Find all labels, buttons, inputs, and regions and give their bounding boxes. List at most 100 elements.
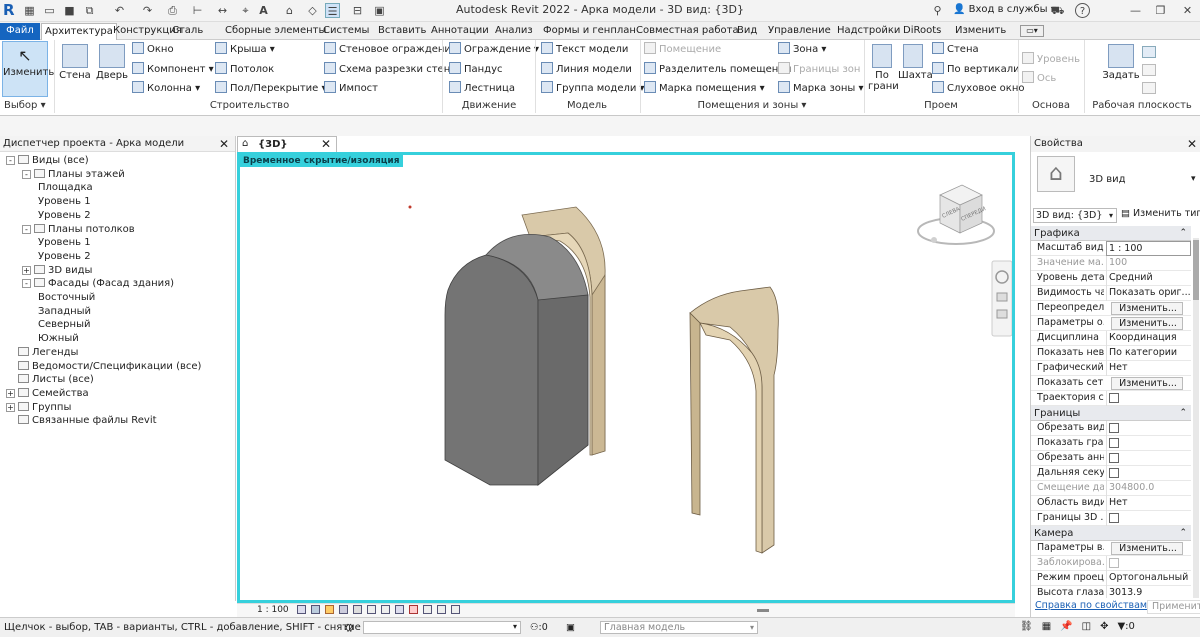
tab-modify[interactable]: Изменить [952,23,1009,40]
area-button[interactable]: Зона ▾ [778,42,826,58]
room-button[interactable]: Помещение [644,42,721,58]
property-checkbox[interactable] [1109,453,1119,463]
ramp-button[interactable]: Пандус [449,62,503,78]
set-workplane-button[interactable]: Задать [1102,42,1140,81]
navigation-bar[interactable] [991,260,1012,337]
browser-node[interactable]: Легенды [6,346,78,359]
vertical-opening-button[interactable]: По вертикали [932,62,1020,78]
filter-icon[interactable]: ▼:0 [1117,621,1134,632]
shaft-button[interactable]: Шахта [898,42,933,81]
dormer-button[interactable]: Слуховое окно [932,81,1025,97]
crop-view-icon[interactable] [367,605,376,614]
level-button[interactable]: Уровень [1022,52,1080,68]
properties-section-header[interactable]: Графика ⌃ [1031,226,1191,241]
browser-node[interactable]: Листы (все) [6,373,94,386]
floor-button[interactable]: Пол/Перекрытие ▾ [215,81,327,97]
collapse-icon[interactable]: - [22,169,31,179]
door-button[interactable]: Дверь [95,42,129,81]
property-value[interactable]: Показать ориг... [1106,286,1191,301]
browser-node[interactable]: - Фасады (Фасад здания) [22,277,174,290]
show-workplane-icon[interactable] [1142,46,1156,58]
expand-icon[interactable]: + [22,265,31,275]
room-separator-button[interactable]: Разделитель помещений [644,62,791,78]
help-icon[interactable]: ? [1075,3,1090,18]
edit-button[interactable]: Изменить... [1111,542,1183,555]
visual-style-icon[interactable] [311,605,320,614]
tab-manage[interactable]: Управление [765,23,834,40]
viewcube[interactable]: СЛЕВА СПЕРЕДИ [917,184,995,245]
stair-button[interactable]: Лестница [449,81,515,97]
tab-architecture[interactable]: Архитектура [41,23,117,40]
collapse-icon[interactable]: - [6,156,15,165]
collapse-icon[interactable]: - [22,224,31,234]
sun-path-icon[interactable] [325,605,334,614]
model-canvas[interactable]: СЛЕВА СПЕРЕДИ [240,155,1012,600]
binoculars-icon[interactable]: ⚲ [930,3,945,18]
edit-button[interactable]: Изменить... [1111,317,1183,330]
browser-node[interactable]: Восточный [38,291,95,304]
tab-analyze[interactable]: Анализ [492,23,536,40]
tab-steel[interactable]: Сталь [169,23,206,40]
cart-icon[interactable]: ⛟ [1050,3,1065,18]
area-tag-button[interactable]: Марка зоны ▾ [778,81,864,97]
properties-scrollbar[interactable] [1193,238,1199,598]
home-view-icon[interactable] [931,237,937,243]
tab-file[interactable]: Файл [0,23,40,40]
modify-button[interactable]: ↖ Изменить [2,41,54,97]
browser-node[interactable]: +3D виды [22,264,92,277]
select-links-icon[interactable]: ⛓ [1020,621,1033,632]
property-value[interactable]: 3013.9 [1106,586,1191,598]
instance-selector[interactable]: 3D вид: {3D} ▾ [1033,208,1117,223]
mullion-button[interactable]: Импост [324,81,378,97]
browser-node[interactable]: Уровень 1 [38,236,91,249]
temporary-hide-icon[interactable] [409,605,418,614]
tab-systems[interactable]: Системы [320,23,372,40]
collapse-section-icon[interactable]: ⌃ [1179,226,1187,241]
reveal-hidden-icon[interactable] [423,605,432,614]
expand-icon[interactable]: + [6,402,15,412]
property-value[interactable]: Нет [1106,361,1191,376]
design-options-icon[interactable]: ▣ [566,622,575,633]
properties-section-header[interactable]: Границы ⌃ [1031,406,1191,421]
grid-button[interactable]: Ось [1022,71,1056,87]
browser-node[interactable]: Площадка [38,181,93,194]
browser-node[interactable]: + Группы [6,401,71,414]
browser-node[interactable]: - Планы потолков [22,223,135,236]
ribbon-toggle-icon[interactable]: ▭▾ [1020,25,1044,37]
room-panel-title[interactable]: Помещения и зоны ▾ [642,100,862,111]
scroll-handle[interactable] [757,609,769,612]
browser-node[interactable]: Северный [38,318,90,331]
room-tag-button[interactable]: Марка помещения ▾ [644,81,765,97]
properties-help-link[interactable]: Справка по свойствам [1035,600,1147,611]
drag-elements-icon[interactable]: ✥ [1100,621,1108,632]
render-icon[interactable] [353,605,362,614]
tab-collaborate[interactable]: Совместная работа [633,23,742,40]
model-text-button[interactable]: Текст модели [541,42,628,58]
zoom-icon[interactable] [996,292,1008,302]
close-icon[interactable]: ✕ [321,137,331,151]
area-boundary-button[interactable]: Границы зон [778,62,860,78]
edit-button[interactable]: Изменить... [1111,302,1183,315]
select-by-face-icon[interactable]: ◫ [1082,621,1091,632]
viewer-icon[interactable] [1142,82,1156,94]
worksharing-icon[interactable] [437,605,446,614]
close-icon[interactable]: ✕ [1180,3,1195,18]
zoom-extents-icon[interactable] [996,309,1008,319]
browser-node[interactable]: Ведомости/Спецификации (все) [6,360,201,373]
right-arch-model[interactable] [689,286,779,554]
browser-node[interactable]: Уровень 2 [38,209,91,222]
railing-button[interactable]: Ограждение ▾ [449,42,539,58]
properties-section-header[interactable]: Камера ⌃ [1031,526,1191,541]
left-arch-model[interactable] [444,206,606,486]
tab-annotate[interactable]: Аннотации [428,23,492,40]
close-icon[interactable]: ✕ [1187,136,1197,152]
property-value[interactable]: Средний [1106,271,1191,286]
browser-node[interactable]: - Виды (все) [6,154,89,167]
collapse-section-icon[interactable]: ⌃ [1179,406,1187,421]
sign-in-button[interactable]: 👤 Вход в службы ▾ [953,4,1056,15]
property-value[interactable]: Нет [1106,496,1191,511]
property-value[interactable]: Координация [1106,331,1191,346]
detail-level-icon[interactable] [297,605,306,614]
tab-insert[interactable]: Вставить [375,23,429,40]
property-value[interactable]: Ортогональный [1106,571,1191,586]
